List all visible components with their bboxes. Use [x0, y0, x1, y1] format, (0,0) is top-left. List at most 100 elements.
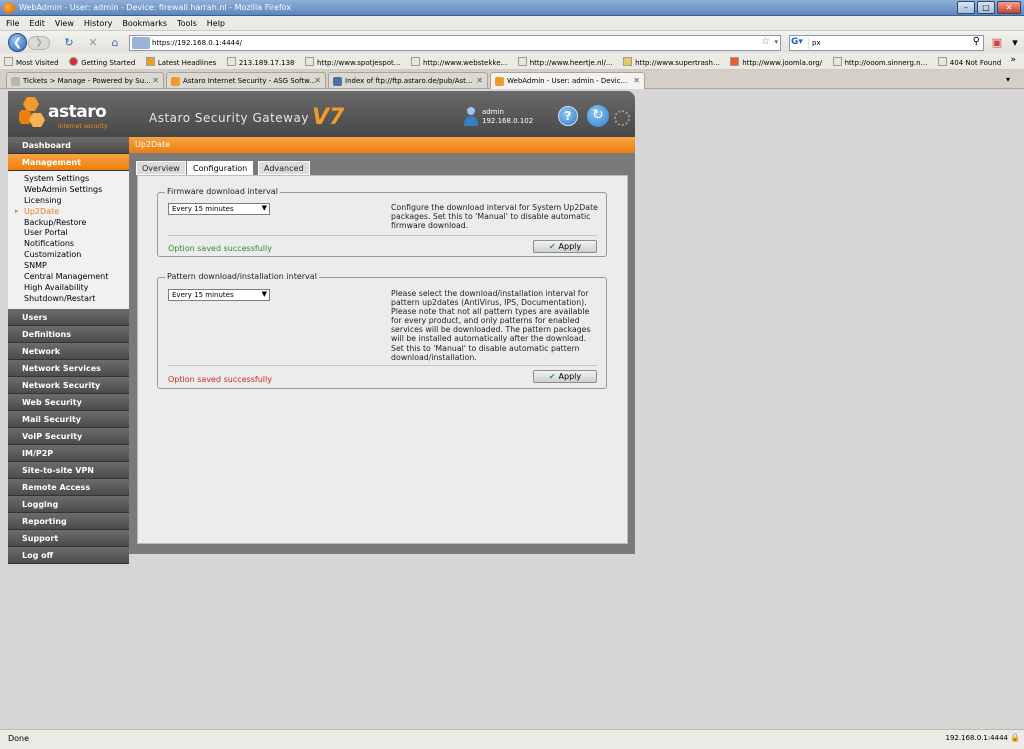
addon-icon[interactable]: ▣ — [990, 36, 1004, 50]
menu-history[interactable]: History — [78, 16, 116, 28]
menu-edit[interactable]: Edit — [23, 16, 49, 28]
firmware-apply-button[interactable]: ✔ Apply — [533, 240, 597, 253]
submenu-snmp[interactable]: SNMP — [8, 261, 129, 272]
search-icon[interactable]: ⚲ — [973, 36, 980, 47]
sidebar-item-support[interactable]: Support — [8, 529, 129, 547]
lock-icon[interactable]: 🔒 — [1010, 733, 1020, 742]
astaro-logo-subtitle: internet security — [58, 123, 108, 130]
submenu-shutdown-restart[interactable]: Shutdown/Restart — [8, 294, 129, 305]
bookmark-page-icon — [623, 57, 633, 66]
tab-close-icon[interactable]: ✕ — [476, 76, 483, 85]
tab-configuration[interactable]: Configuration — [187, 161, 254, 176]
sidebar-item-dashboard[interactable]: Dashboard — [8, 137, 129, 154]
submenu-system-settings[interactable]: System Settings — [8, 174, 129, 185]
tab-advanced[interactable]: Advanced — [258, 161, 310, 175]
tab-close-icon[interactable]: ✕ — [314, 76, 321, 85]
chevron-down-icon: ▼ — [261, 290, 267, 298]
url-bar[interactable]: ☆ ▾ — [129, 35, 781, 51]
close-icon[interactable]: ✕ — [997, 1, 1021, 14]
browser-tab[interactable]: Index of ftp://ftp.astaro.de/pub/Ast... ✕ — [328, 72, 488, 88]
help-icon[interactable]: ? — [558, 106, 578, 126]
page-title: Up2Date — [129, 137, 635, 153]
bookmark-page-icon — [226, 57, 236, 66]
configuration-panel: Firmware download interval Every 15 minu… — [137, 175, 628, 544]
sidebar-item-logging[interactable]: Logging — [8, 495, 129, 513]
browser-tab[interactable]: Tickets > Manage - Powered by Su... ✕ — [6, 72, 164, 88]
sidebar-item-remote-access[interactable]: Remote Access — [8, 478, 129, 496]
maximize-icon[interactable]: □ — [977, 1, 995, 14]
activity-spinner-icon — [614, 110, 630, 126]
sidebar-item-voip-security[interactable]: VoIP Security — [8, 427, 129, 445]
tab-overview[interactable]: Overview — [136, 161, 186, 175]
tab-close-icon[interactable]: ✕ — [152, 76, 159, 85]
sidebar-item-log-off[interactable]: Log off — [8, 546, 129, 564]
menu-view[interactable]: View — [49, 16, 78, 28]
sidebar-item-web-security[interactable]: Web Security — [8, 393, 129, 411]
site-identity-icon[interactable] — [132, 37, 150, 49]
menu-file[interactable]: File — [0, 16, 23, 28]
url-input[interactable] — [152, 37, 752, 49]
menu-tools[interactable]: Tools — [171, 16, 201, 28]
bookmark-item[interactable]: http://www.joomla.org/ — [726, 53, 826, 67]
search-input[interactable] — [812, 37, 962, 49]
chevron-down-icon: ▼ — [261, 204, 267, 212]
submenu-up2date[interactable]: Up2Date — [8, 207, 129, 218]
bookmark-item[interactable]: Latest Headlines — [142, 53, 220, 67]
google-search-engine-icon[interactable]: G▾ — [791, 37, 809, 49]
bookmark-item[interactable]: Getting Started — [65, 53, 139, 67]
menu-bookmarks[interactable]: Bookmarks — [116, 16, 171, 28]
submenu-customization[interactable]: Customization — [8, 250, 129, 261]
sidebar-item-site-to-site-vpn[interactable]: Site-to-site VPN — [8, 461, 129, 479]
bookmark-item[interactable]: 404 Not Found — [934, 53, 1005, 67]
back-button[interactable]: ❮ — [8, 33, 27, 52]
submenu-licensing[interactable]: Licensing — [8, 196, 129, 207]
browser-tab[interactable]: Astaro Internet Security - ASG Softw... ✕ — [166, 72, 326, 88]
browser-tab-active[interactable]: WebAdmin - User: admin - Devic... ✕ — [490, 72, 645, 89]
sidebar-item-reporting[interactable]: Reporting — [8, 512, 129, 530]
firmware-interval-select[interactable]: Every 15 minutes ▼ — [168, 203, 270, 215]
search-bar[interactable]: G▾ ⚲ — [789, 35, 984, 51]
bookmark-item[interactable]: http://ooom.sinnerg.n... — [829, 53, 932, 67]
astaro-header: astaro internet security Astaro Security… — [8, 91, 635, 137]
submenu-backup-restore[interactable]: Backup/Restore — [8, 218, 129, 229]
bookmark-item[interactable]: http://www.supertrash... — [619, 53, 724, 67]
submenu-notifications[interactable]: Notifications — [8, 239, 129, 250]
bookmark-item[interactable]: 213.189.17.138 — [223, 53, 299, 67]
submenu-webadmin-settings[interactable]: WebAdmin Settings — [8, 185, 129, 196]
reload-icon[interactable]: ↻ — [62, 36, 76, 50]
sidebar-item-management[interactable]: Management — [8, 154, 129, 171]
sidebar-item-network[interactable]: Network — [8, 342, 129, 360]
tab-close-icon[interactable]: ✕ — [633, 76, 640, 85]
user-ip: 192.168.0.102 — [482, 117, 534, 125]
sidebar-item-users[interactable]: Users — [8, 308, 129, 326]
more-bookmarks-icon[interactable]: » — [1010, 55, 1016, 65]
tab-favicon-icon — [11, 77, 20, 86]
sidebar-item-mail-security[interactable]: Mail Security — [8, 410, 129, 428]
menu-help[interactable]: Help — [201, 16, 229, 28]
bookmark-item[interactable]: Most Visited — [0, 53, 63, 67]
home-icon[interactable]: ⌂ — [108, 36, 122, 50]
sidebar-item-definitions[interactable]: Definitions — [8, 325, 129, 343]
refresh-icon[interactable]: ↻ — [587, 105, 609, 127]
bookmark-star-icon[interactable]: ☆ — [761, 36, 770, 47]
sidebar-item-im-p2p[interactable]: IM/P2P — [8, 444, 129, 462]
minimize-icon[interactable]: – — [957, 1, 975, 14]
bookmark-item[interactable]: http://www.webstekke... — [407, 53, 511, 67]
pattern-apply-button[interactable]: ✔ Apply — [533, 370, 597, 383]
tab-list-icon[interactable]: ▾ — [1006, 75, 1018, 87]
submenu-central-management[interactable]: Central Management — [8, 272, 129, 283]
submenu-user-portal[interactable]: User Portal — [8, 228, 129, 239]
sidebar-item-network-security[interactable]: Network Security — [8, 376, 129, 394]
stop-icon[interactable]: ✕ — [86, 36, 100, 50]
bookmark-page-icon — [69, 57, 79, 66]
bookmark-item[interactable]: http://www.heertje.nl/... — [514, 53, 617, 67]
sidebar-item-network-services[interactable]: Network Services — [8, 359, 129, 377]
submenu-high-availability[interactable]: High Availability — [8, 283, 129, 294]
bookmark-page-icon — [937, 57, 947, 66]
forward-button[interactable]: ❯ — [28, 36, 50, 50]
bookmark-item[interactable]: http://www.spotjespot... — [301, 53, 404, 67]
url-dropdown-icon[interactable]: ▾ — [774, 38, 778, 46]
product-title: Astaro Security Gateway — [149, 111, 309, 125]
pattern-interval-select[interactable]: Every 15 minutes ▼ — [168, 289, 270, 301]
toolbar-dropdown-icon[interactable]: ▾ — [1008, 36, 1022, 50]
